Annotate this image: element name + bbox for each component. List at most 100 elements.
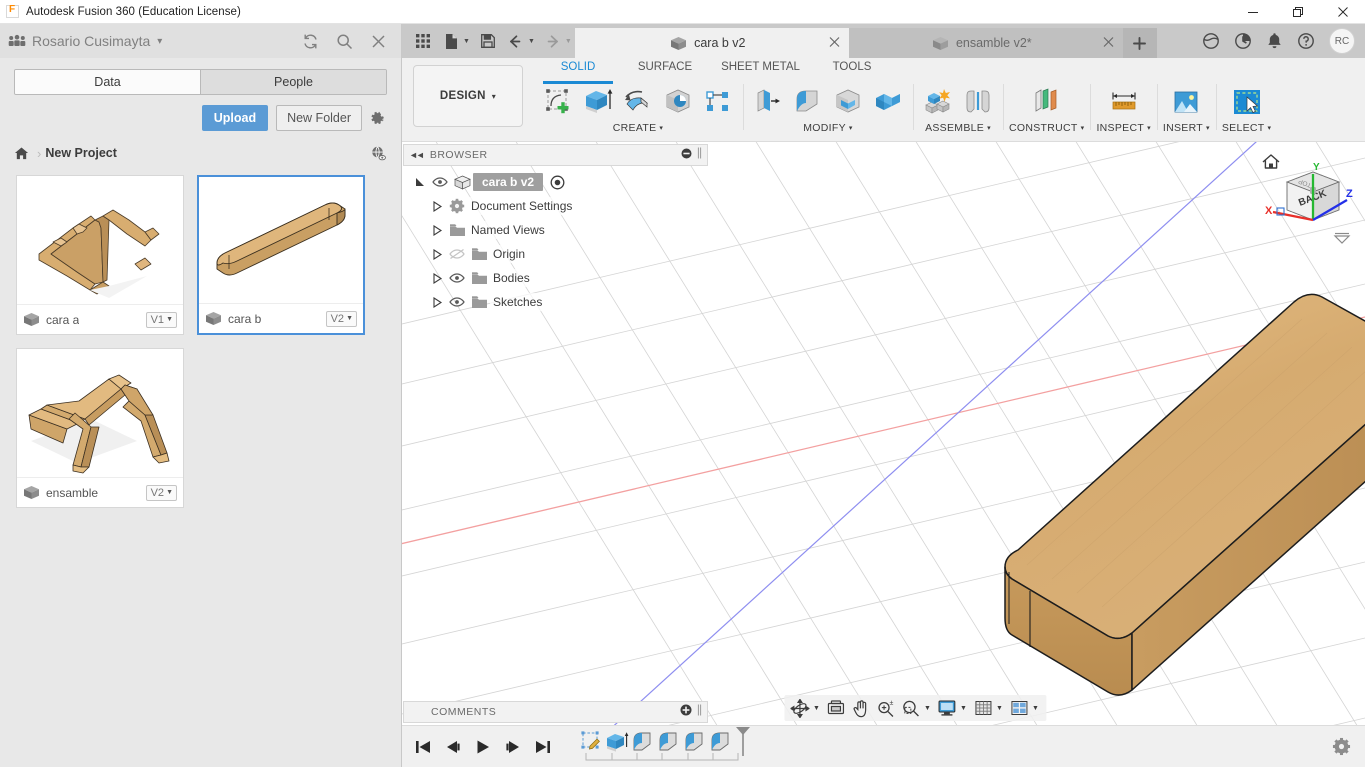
- collapse-arrow-icon[interactable]: [428, 201, 446, 212]
- chevron-down-icon[interactable]: ▼: [528, 38, 535, 45]
- orbit-icon[interactable]: [788, 696, 812, 720]
- revolve-icon[interactable]: [619, 82, 657, 122]
- tree-item-document-settings[interactable]: Document Settings: [406, 194, 708, 218]
- chevron-down-icon[interactable]: ▼: [813, 705, 823, 712]
- tree-item-origin[interactable]: Origin: [406, 242, 708, 266]
- visibility-eye-icon[interactable]: [446, 296, 468, 308]
- upload-button[interactable]: Upload: [202, 105, 268, 131]
- redo-icon[interactable]: [540, 27, 566, 55]
- user-name[interactable]: Rosario Cusimayta: [32, 33, 150, 49]
- pan-icon[interactable]: [849, 696, 873, 720]
- globe-eye-icon[interactable]: [370, 145, 387, 162]
- joint-icon[interactable]: [959, 82, 997, 122]
- grip-icon[interactable]: [697, 146, 702, 164]
- add-tab-icon[interactable]: [1123, 28, 1157, 58]
- breadcrumb-project[interactable]: New Project: [45, 146, 117, 160]
- minimize-dot-icon[interactable]: [681, 146, 692, 164]
- new-file-icon[interactable]: [438, 27, 464, 55]
- 3d-viewport[interactable]: ◄◄ BROWSER: [402, 142, 1365, 725]
- data-card-cara-b[interactable]: cara b V2 ▼: [197, 175, 365, 335]
- go-to-end-icon[interactable]: [534, 739, 552, 755]
- collapse-arrow-icon[interactable]: [428, 297, 446, 308]
- collapse-arrow-icon[interactable]: [428, 273, 446, 284]
- insert-image-icon[interactable]: [1167, 82, 1205, 122]
- step-forward-icon[interactable]: [504, 739, 522, 755]
- zoom-window-icon[interactable]: [899, 696, 923, 720]
- collapse-arrow-icon[interactable]: [428, 225, 446, 236]
- activate-icon[interactable]: [546, 175, 568, 190]
- measure-icon[interactable]: [1105, 82, 1143, 122]
- collapse-left-icon[interactable]: ◄◄: [409, 150, 423, 160]
- tab-data[interactable]: Data: [15, 70, 200, 94]
- new-component-icon[interactable]: [919, 82, 957, 122]
- gear-icon[interactable]: [1332, 737, 1365, 756]
- grid-apps-icon[interactable]: [410, 27, 436, 55]
- search-icon[interactable]: [336, 33, 353, 50]
- version-selector[interactable]: V1 ▼: [146, 312, 177, 328]
- chevron-down-icon[interactable]: ▼: [1032, 705, 1042, 712]
- close-icon[interactable]: [1103, 37, 1114, 50]
- collapse-arrow-icon[interactable]: [428, 249, 446, 260]
- panel-label-create[interactable]: CREATE ▾: [613, 122, 663, 134]
- extrude-icon[interactable]: [579, 82, 617, 122]
- data-card-ensamble[interactable]: ensamble V2 ▼: [16, 348, 184, 508]
- save-icon[interactable]: [475, 27, 501, 55]
- panel-label-insert[interactable]: INSERT ▾: [1163, 122, 1210, 134]
- viewports-icon[interactable]: [1007, 696, 1031, 720]
- expand-arrow-icon[interactable]: [411, 177, 429, 188]
- chevron-down-icon[interactable]: ▼: [565, 38, 572, 45]
- panel-label-inspect[interactable]: INSPECT ▾: [1096, 122, 1150, 134]
- refresh-icon[interactable]: [302, 33, 319, 50]
- document-tab-ensamble[interactable]: ensamble v2*: [849, 28, 1123, 58]
- panel-label-select[interactable]: SELECT ▾: [1222, 122, 1271, 134]
- help-icon[interactable]: [1297, 32, 1315, 50]
- visibility-eye-icon[interactable]: [429, 176, 451, 188]
- visibility-eye-icon[interactable]: [446, 272, 468, 284]
- panel-label-construct[interactable]: CONSTRUCT ▾: [1009, 122, 1084, 134]
- gear-icon[interactable]: [370, 110, 387, 127]
- close-icon[interactable]: [829, 37, 840, 50]
- tab-surface[interactable]: SURFACE: [621, 58, 709, 80]
- tree-item-sketches[interactable]: Sketches: [406, 290, 708, 314]
- tree-item-cara-b-v2[interactable]: cara b v2: [406, 170, 708, 194]
- go-to-beginning-icon[interactable]: [414, 739, 432, 755]
- view-cube[interactable]: BACK TOP X Y Z: [1247, 144, 1357, 254]
- create-sketch-icon[interactable]: [539, 82, 577, 122]
- close-panel-icon[interactable]: [370, 33, 387, 50]
- new-folder-button[interactable]: New Folder: [276, 105, 362, 131]
- version-selector[interactable]: V2 ▼: [146, 485, 177, 501]
- tree-item-named-views[interactable]: Named Views: [406, 218, 708, 242]
- tab-sheet-metal[interactable]: SHEET METAL: [709, 58, 812, 80]
- chevron-down-icon[interactable]: ▼: [996, 705, 1006, 712]
- avatar[interactable]: RC: [1329, 28, 1355, 54]
- panel-label-modify[interactable]: MODIFY ▾: [803, 122, 852, 134]
- rectangular-pattern-icon[interactable]: [699, 82, 737, 122]
- data-card-cara-a[interactable]: cara a V1 ▼: [16, 175, 184, 335]
- zoom-icon[interactable]: ±: [874, 696, 898, 720]
- tree-item-bodies[interactable]: Bodies: [406, 266, 708, 290]
- chevron-down-icon[interactable]: ▾: [157, 36, 162, 47]
- notifications-icon[interactable]: [1266, 32, 1283, 50]
- add-comment-icon[interactable]: [680, 703, 692, 721]
- fillet-icon[interactable]: [789, 82, 827, 122]
- maximize-icon[interactable]: [1275, 0, 1320, 24]
- shell-icon[interactable]: [829, 82, 867, 122]
- version-selector[interactable]: V2 ▼: [326, 311, 357, 327]
- minimize-icon[interactable]: [1230, 0, 1275, 24]
- visibility-eye-off-icon[interactable]: [446, 248, 468, 260]
- step-back-icon[interactable]: [444, 739, 462, 755]
- press-pull-icon[interactable]: [749, 82, 787, 122]
- document-tab-cara-b[interactable]: cara b v2: [575, 28, 849, 58]
- workspace-switcher-design[interactable]: DESIGN ▾: [413, 65, 523, 127]
- close-icon[interactable]: [1320, 0, 1365, 24]
- tab-people[interactable]: People: [200, 70, 386, 94]
- display-settings-icon[interactable]: [935, 696, 959, 720]
- chevron-down-icon[interactable]: ▼: [463, 38, 470, 45]
- play-icon[interactable]: [474, 739, 492, 755]
- recent-activity-icon[interactable]: [1234, 32, 1252, 50]
- offset-plane-icon[interactable]: [1028, 82, 1066, 122]
- look-at-icon[interactable]: [824, 696, 848, 720]
- grip-icon[interactable]: [697, 703, 702, 721]
- job-status-icon[interactable]: [1202, 32, 1220, 50]
- chevron-down-icon[interactable]: ▼: [960, 705, 970, 712]
